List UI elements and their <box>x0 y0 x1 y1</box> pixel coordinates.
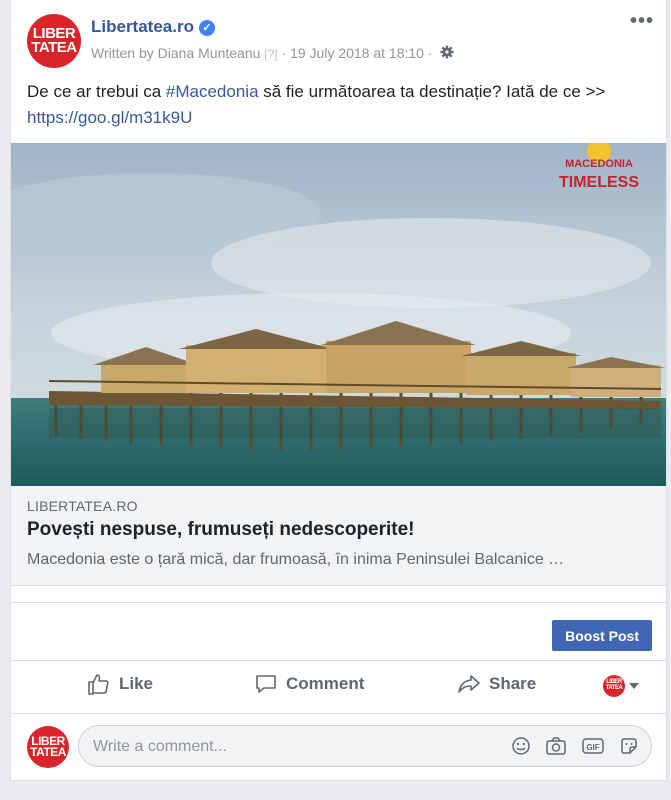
page-name-link[interactable]: Libertatea.ro <box>91 17 194 36</box>
share-label: Share <box>489 674 537 693</box>
comment-tools: GIF <box>511 736 639 756</box>
preview-description: Macedonia este o țară mică, dar frumoasă… <box>27 551 565 568</box>
post-card: LIBER TATEA Libertatea.ro ✓ Written by Di… <box>10 0 667 781</box>
like-label: Like <box>119 674 154 693</box>
camera-icon[interactable] <box>545 736 567 756</box>
comment-box[interactable]: GIF <box>78 725 652 767</box>
post-url-link[interactable]: https://goo.gl/m31k9U <box>27 108 192 127</box>
avatar-text-2: TATEA <box>605 685 623 691</box>
share-button[interactable]: Share <box>457 672 536 696</box>
preview-domain: LIBERTATEA.RO <box>27 498 138 514</box>
action-bar: Like Comment Share LIBER TATEA <box>11 659 666 714</box>
post-meta: Written by Diana Munteanu [?] · 19 July … <box>91 45 454 62</box>
lake-stilt-houses-photo: MACEDONIA TIMELESS <box>11 143 666 486</box>
comment-input[interactable] <box>91 734 495 760</box>
link-preview-box[interactable]: LIBERTATEA.RO Povești nespuse, frumuseți… <box>11 486 666 586</box>
post-text-part: De ce ar trebui ca <box>27 82 166 101</box>
share-arrow-icon <box>458 675 480 693</box>
post-as-selector[interactable]: LIBER TATEA <box>603 675 639 697</box>
meta-separator: · <box>281 45 287 61</box>
audience-gear-icon[interactable] <box>440 45 454 62</box>
boost-post-button[interactable]: Boost Post <box>552 620 652 651</box>
hashtag-link[interactable]: #Macedonia <box>166 82 259 101</box>
speech-bubble-icon <box>256 675 276 693</box>
link-preview-image[interactable]: MACEDONIA TIMELESS <box>11 143 666 486</box>
author-line[interactable]: Written by Diana Munteanu <box>91 45 260 61</box>
sticker-icon[interactable] <box>619 736 639 756</box>
thumbs-up-icon <box>88 674 109 695</box>
help-marker[interactable]: [?] <box>264 47 277 61</box>
comment-composer: LIBER TATEA GIF <box>11 714 666 781</box>
post-message: De ce ar trebui ca #Macedonia să fie urm… <box>27 79 652 131</box>
chevron-down-icon <box>629 683 639 689</box>
avatar-text-2: TATEA <box>30 745 66 759</box>
post-timestamp[interactable]: 19 July 2018 at 18:10 <box>290 45 424 61</box>
comment-button[interactable]: Comment <box>254 672 364 696</box>
preview-title[interactable]: Povești nespuse, frumuseți nedescoperite… <box>27 519 415 541</box>
post-text-part: să fie următoarea ta destinație? Iată de… <box>258 82 606 101</box>
page-avatar[interactable]: LIBER TATEA <box>27 14 81 68</box>
meta-separator: · <box>427 45 433 61</box>
page-name-line: Libertatea.ro ✓ <box>91 17 215 37</box>
watermark-text-1: MACEDONIA <box>565 158 633 170</box>
boost-bar: Boost Post <box>11 602 666 661</box>
more-options-icon[interactable]: ••• <box>630 10 654 33</box>
gif-label: GIF <box>586 743 599 752</box>
profile-avatar-small: LIBER TATEA <box>603 675 625 697</box>
verified-badge-icon: ✓ <box>198 19 215 36</box>
like-button[interactable]: Like <box>87 672 153 696</box>
emoji-icon[interactable] <box>511 736 531 756</box>
gif-icon[interactable]: GIF <box>581 736 605 756</box>
commenter-avatar: LIBER TATEA <box>27 726 69 768</box>
comment-label: Comment <box>286 674 365 693</box>
avatar-text-2: TATEA <box>31 39 77 56</box>
watermark-text-2: TIMELESS <box>559 174 639 191</box>
